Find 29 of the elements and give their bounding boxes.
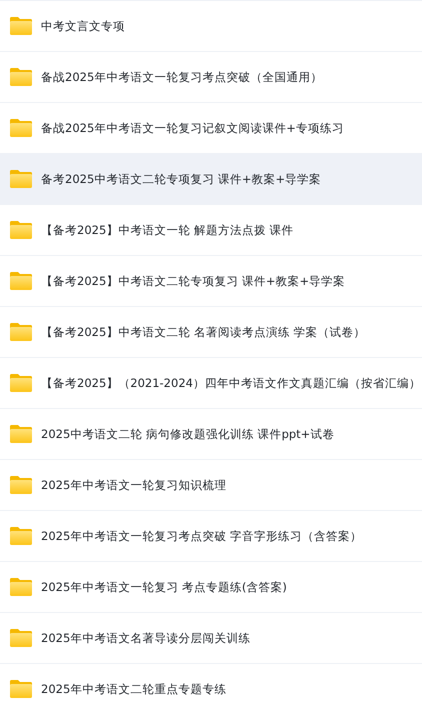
- folder-icon: [9, 526, 33, 546]
- folder-row[interactable]: 备考2025中考语文二轮专项复习 课件+教案+导学案: [0, 153, 422, 204]
- folder-name: 2025中考语文二轮 病句修改题强化训练 课件ppt+试卷: [41, 426, 334, 442]
- folder-name: 备考2025中考语文二轮专项复习 课件+教案+导学案: [41, 172, 322, 186]
- folder-icon: [9, 169, 33, 189]
- folder-name: 中考文言文专项: [41, 18, 125, 34]
- folder-name: 2025年中考语文一轮复习考点突破 字音字形练习（含答案）: [41, 528, 362, 544]
- folder-icon: [9, 16, 33, 36]
- folder-icon: [9, 67, 33, 87]
- folder-icon: [9, 373, 33, 393]
- folder-icon: [9, 220, 33, 240]
- folder-name: 2025年中考语文名著导读分层闯关训练: [41, 630, 250, 646]
- folder-name: 2025年中考语文一轮复习知识梳理: [41, 478, 226, 492]
- folder-icon: [9, 628, 33, 648]
- folder-icon: [9, 679, 33, 699]
- folder-name: 备战2025年中考语文一轮复习考点突破（全国通用）: [41, 70, 322, 84]
- folder-name: 【备考2025】（2021-2024）四年中考语文作文真题汇编（按省汇编）: [41, 376, 421, 390]
- folder-name: 2025年中考语文二轮重点专题专练: [41, 682, 226, 696]
- folder-icon: [9, 118, 33, 138]
- folder-icon: [9, 271, 33, 291]
- folder-name: 2025年中考语文一轮复习 考点专题练(含答案): [41, 580, 287, 594]
- folder-name: 备战2025年中考语文一轮复习记叙文阅读课件+专项练习: [41, 120, 344, 136]
- folder-name: 【备考2025】中考语文一轮 解题方法点拨 课件: [41, 222, 294, 238]
- folder-icon: [9, 577, 33, 597]
- folder-name: 【备考2025】中考语文二轮专项复习 课件+教案+导学案: [41, 274, 346, 288]
- folder-icon: [9, 475, 33, 495]
- folder-icon: [9, 424, 33, 444]
- folder-name: 【备考2025】中考语文二轮 名著阅读考点演练 学案（试卷）: [41, 324, 366, 340]
- folder-icon: [9, 322, 33, 342]
